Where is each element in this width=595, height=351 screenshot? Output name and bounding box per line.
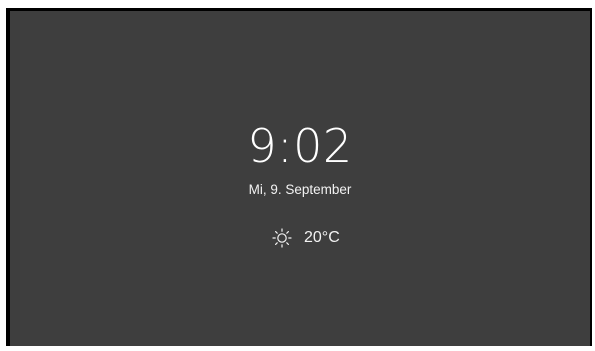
clock-time: 9:02 <box>247 119 353 173</box>
weather-widget: 20°C <box>272 226 340 250</box>
sun-icon <box>272 228 292 248</box>
temperature: 20°C <box>304 229 340 246</box>
clock-date: Mi, 9. September <box>248 182 352 197</box>
screen-frame: 9:02 Mi, 9. September 20°C <box>6 8 592 346</box>
lock-screen: 9:02 Mi, 9. September 20°C <box>10 11 590 346</box>
